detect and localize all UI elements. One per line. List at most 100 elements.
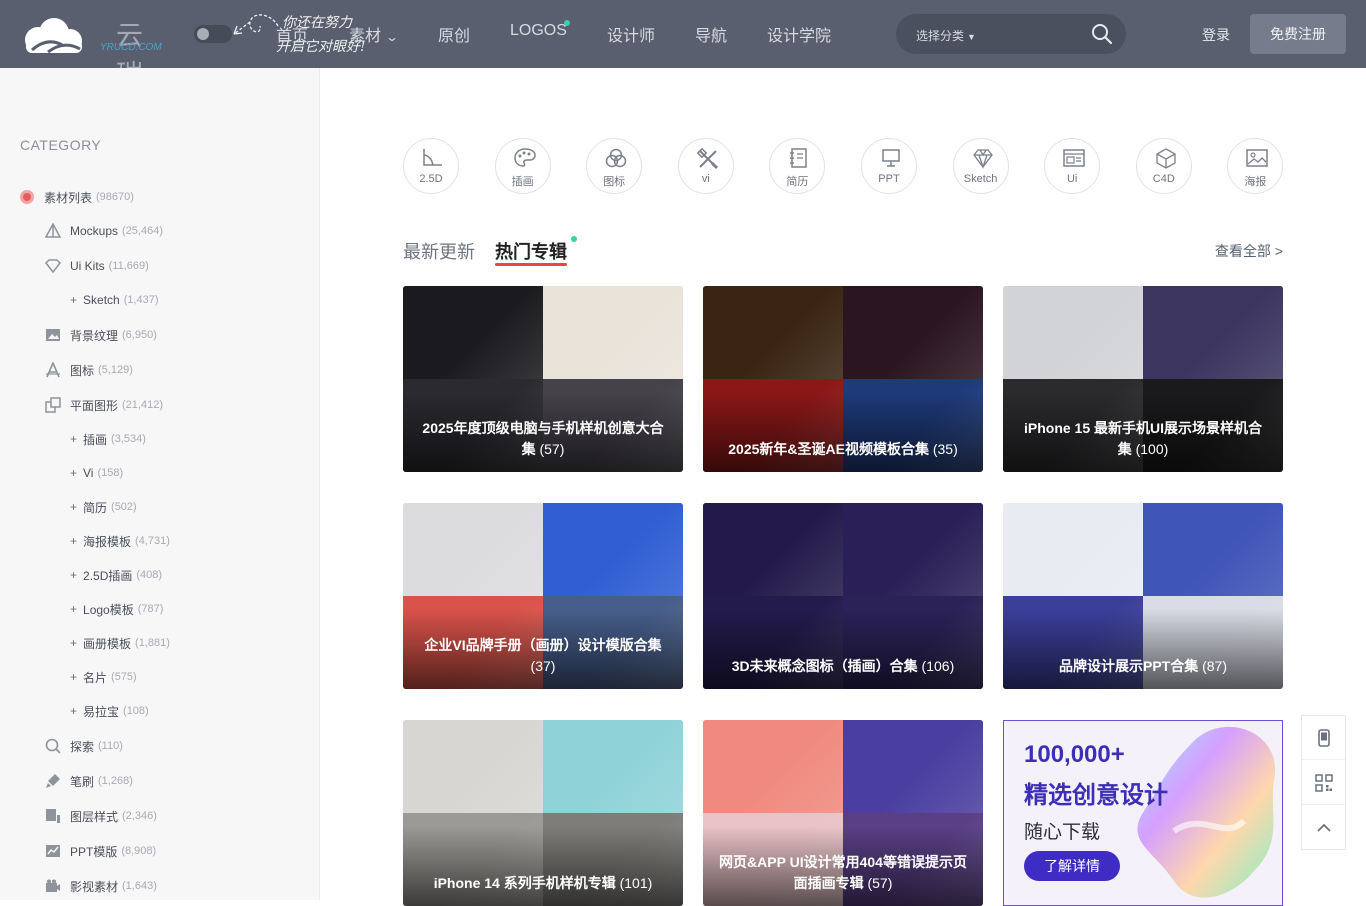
album-thumbnail-tile <box>403 503 543 596</box>
sidebar-item[interactable]: + 插画 (3,534) <box>70 429 146 449</box>
type-button-label: 海报 <box>1244 176 1267 188</box>
type-button[interactable]: vi <box>677 138 734 194</box>
album-card[interactable]: 3D未来概念图标（插画）合集 (106) <box>703 503 983 689</box>
sidebar-item[interactable]: 图标 (5,129) <box>44 360 133 380</box>
type-button[interactable]: 图标 <box>586 138 643 194</box>
album-count: (35) <box>928 441 958 457</box>
sidebar-item-count: (25,464) <box>122 225 164 237</box>
type-button[interactable]: 简历 <box>769 138 826 194</box>
album-card[interactable]: 2025年度顶级电脑与手机样机创意大合集 (57) <box>403 286 683 472</box>
nav-navigation[interactable]: 导航 <box>695 22 727 46</box>
type-button-label: C4D <box>1152 173 1175 185</box>
tab-latest[interactable]: 最新更新 <box>403 238 475 264</box>
sidebar-item[interactable]: 素材列表 (98670) <box>20 187 134 207</box>
tablet-icon <box>1317 728 1330 747</box>
back-to-top-button[interactable] <box>1302 806 1345 850</box>
nav-logos[interactable]: LOGOS <box>510 22 567 40</box>
axis-icon <box>423 149 442 166</box>
album-thumbnail-tile <box>843 503 983 596</box>
sidebar-item-label: Sketch <box>83 293 120 307</box>
sidebar-item-count: (8,908) <box>121 845 157 857</box>
type-button[interactable]: C4D <box>1135 138 1192 194</box>
top-header: 云瑞 YRUCD.COM 你还在努力 开启它对眼好! 首页 素材⌄ 原创 LOG… <box>0 0 1366 91</box>
sidebar-item[interactable]: Mockups (25,464) <box>44 221 163 241</box>
sidebar-item[interactable]: + 易拉宝 (108) <box>70 701 149 721</box>
type-button[interactable]: 插画 <box>494 138 551 194</box>
album-thumbnail-tile <box>403 286 543 379</box>
search-icon[interactable] <box>1090 22 1114 46</box>
category-select[interactable]: 选择分类 ▼ <box>916 27 976 44</box>
promo-banner[interactable]: 100,000+ 精选创意设计 随心下载 了解详情 <box>1003 720 1283 906</box>
album-thumbnail-tile <box>543 720 683 813</box>
plus-icon: + <box>70 670 78 684</box>
promo-learn-more-button[interactable]: 了解详情 <box>1024 851 1120 881</box>
login-link[interactable]: 登录 <box>1202 25 1230 45</box>
content-tabs: 最新更新 热门专辑 查看全部 > <box>403 236 1283 266</box>
qrcode-icon <box>1314 773 1333 792</box>
tab-hot-albums[interactable]: 热门专辑 <box>495 238 567 264</box>
sidebar-item-count: (575) <box>111 671 137 683</box>
nav-designers[interactable]: 设计师 <box>607 22 655 46</box>
ui-window-icon <box>1063 149 1085 167</box>
album-thumbnail-tile <box>1003 503 1143 596</box>
album-title: 3D未来概念图标（插画）合集 (106) <box>717 656 969 677</box>
register-button[interactable]: 免费注册 <box>1250 14 1346 54</box>
see-all-link[interactable]: 查看全部 > <box>1215 241 1283 261</box>
sidebar-item-label: Vi <box>83 466 94 480</box>
site-logo[interactable]: 云瑞 YRUCD.COM <box>18 14 162 91</box>
chart-icon <box>44 842 62 860</box>
sidebar-item[interactable]: + 名片 (575) <box>70 667 137 687</box>
sidebar-item[interactable]: PPT模版 (8,908) <box>44 841 156 861</box>
sidebar-item[interactable]: + Sketch (1,437) <box>70 290 159 310</box>
album-title-text: 3D未来概念图标（插画）合集 <box>731 658 918 674</box>
album-title: 2025年度顶级电脑与手机样机创意大合集 (57) <box>417 418 669 460</box>
notebook-icon <box>790 148 808 168</box>
sidebar-item[interactable]: + Vi (158) <box>70 463 123 483</box>
circles-icon <box>605 148 627 168</box>
category-sidebar: CATEGORY 素材列表 (98670) Mockups (25,464) Ui Ki… <box>0 68 320 900</box>
sidebar-item[interactable]: + 简历 (502) <box>70 497 137 517</box>
album-card[interactable]: iPhone 15 最新手机UI展示场景样机合集 (100) <box>1003 286 1283 472</box>
album-card[interactable]: 企业VI品牌手册（画册）设计模版合集 (37) <box>403 503 683 689</box>
sidebar-item[interactable]: 笔刷 (1,268) <box>44 771 133 791</box>
sidebar-item-count: (158) <box>97 467 124 479</box>
type-button[interactable]: Sketch <box>952 138 1009 194</box>
album-card[interactable]: 品牌设计展示PPT合集 (87) <box>1003 503 1283 689</box>
mobile-version-button[interactable] <box>1302 716 1345 760</box>
sidebar-item[interactable]: + 海报模板 (4,731) <box>70 531 170 551</box>
sidebar-item-label: 图标 <box>70 363 95 378</box>
nav-original[interactable]: 原创 <box>438 22 470 46</box>
plus-icon: + <box>70 293 78 307</box>
sidebar-item[interactable]: 背景纹理 (6,950) <box>44 325 157 345</box>
album-card[interactable]: iPhone 14 系列手机样机专辑 (101) <box>403 720 683 906</box>
sidebar-item-count: (5,129) <box>98 364 133 376</box>
type-button[interactable]: 海报 <box>1227 138 1284 194</box>
nav-academy[interactable]: 设计学院 <box>767 22 831 46</box>
type-button[interactable]: 2.5D <box>403 138 459 194</box>
type-button-label: Sketch <box>963 173 998 185</box>
album-card[interactable]: 网页&APP UI设计常用404等错误提示页面插画专辑 (57) <box>703 720 983 906</box>
nav-home[interactable]: 首页 <box>276 22 308 46</box>
type-button[interactable]: PPT <box>861 138 917 194</box>
nav-materials[interactable]: 素材 ⌄ <box>349 22 399 46</box>
sidebar-item[interactable]: + 画册模板 (1,881) <box>70 633 170 653</box>
sidebar-item[interactable]: 平面图形 (21,412) <box>44 395 163 415</box>
plus-icon: + <box>70 534 78 548</box>
qrcode-button[interactable] <box>1302 761 1345 805</box>
sidebar-item[interactable]: + Logo模板 (787) <box>70 599 163 619</box>
plus-icon: + <box>70 636 78 650</box>
sidebar-item-label: 画册模板 <box>83 636 132 651</box>
promo-subline: 随心下载 <box>1024 822 1101 843</box>
dark-mode-toggle[interactable] <box>194 25 232 43</box>
album-card[interactable]: 2025新年&圣诞AE视频模板合集 (35) <box>703 286 983 472</box>
sidebar-item[interactable]: 探索 (110) <box>44 736 123 756</box>
presentation-icon <box>882 149 900 167</box>
sidebar-item[interactable]: 影视素材 (1,643) <box>44 876 157 896</box>
sidebar-item[interactable]: 图层样式 (2,346) <box>44 806 157 826</box>
arrow-up-icon <box>1316 823 1331 832</box>
sidebar-item-count: (2,346) <box>122 810 157 822</box>
sidebar-item-label: 易拉宝 <box>83 704 120 719</box>
type-button[interactable]: Ui <box>1044 138 1101 194</box>
sidebar-item[interactable]: +2.5D插画 (408) <box>70 565 162 585</box>
sidebar-item[interactable]: Ui Kits (11,669) <box>44 256 149 276</box>
